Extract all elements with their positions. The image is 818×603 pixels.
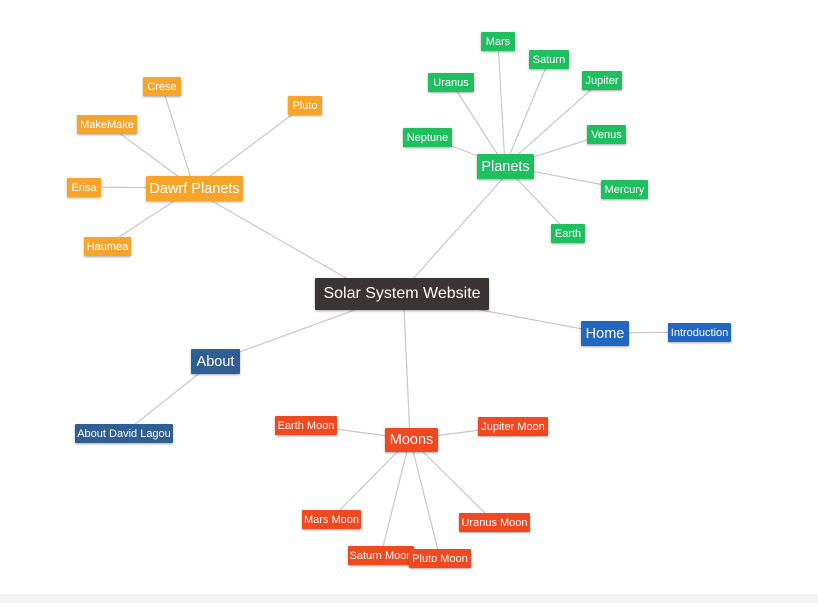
node-jupiter[interactable]: Jupiter [582,71,622,90]
edge-moons-pluto-moon [409,438,441,559]
node-pluto-moon[interactable]: Pluto Moon [409,549,471,568]
node-jupiter-moon[interactable]: Jupiter Moon [478,417,548,436]
node-crese[interactable]: Crese [143,77,181,96]
mind-map-canvas: Solar System Website Dawrf Planets Crese… [0,0,818,603]
node-erisa[interactable]: Erisa [67,178,101,197]
node-uranus[interactable]: Uranus [428,73,474,92]
branch-home[interactable]: Home [581,321,629,346]
edge-root-moons [403,307,411,440]
node-earth[interactable]: Earth [551,224,585,243]
branch-dwarf-planets[interactable]: Dawrf Planets [146,176,243,201]
bottom-strip [0,594,818,603]
node-uranus-moon[interactable]: Uranus Moon [459,513,530,532]
node-mars-moon[interactable]: Mars Moon [302,510,361,529]
edge-dwarf-crese [161,85,195,189]
node-mars[interactable]: Mars [481,32,515,51]
edge-root-planets [411,175,506,281]
node-mercury[interactable]: Mercury [601,180,648,199]
node-pluto[interactable]: Pluto [288,96,322,115]
edge-planets-mars [497,41,506,167]
node-haumea[interactable]: Haumea [84,237,131,256]
edge-planets-saturn [504,59,550,167]
node-makemake[interactable]: MakeMake [77,115,137,134]
node-introduction[interactable]: Introduction [668,323,731,342]
node-saturn[interactable]: Saturn [529,50,569,69]
node-saturn-moon[interactable]: Saturn Moon [348,546,414,565]
branch-moons[interactable]: Moons [385,428,438,452]
node-about-david-lagou[interactable]: About David Lagou [75,424,173,443]
branch-about[interactable]: About [191,349,240,374]
root-node[interactable]: Solar System Website [315,278,489,310]
node-venus[interactable]: Venus [587,125,626,144]
branch-planets[interactable]: Planets [477,154,534,179]
edge-moons-saturn-moon [380,438,411,556]
node-earth-moon[interactable]: Earth Moon [275,416,337,435]
node-neptune[interactable]: Neptune [403,128,452,147]
